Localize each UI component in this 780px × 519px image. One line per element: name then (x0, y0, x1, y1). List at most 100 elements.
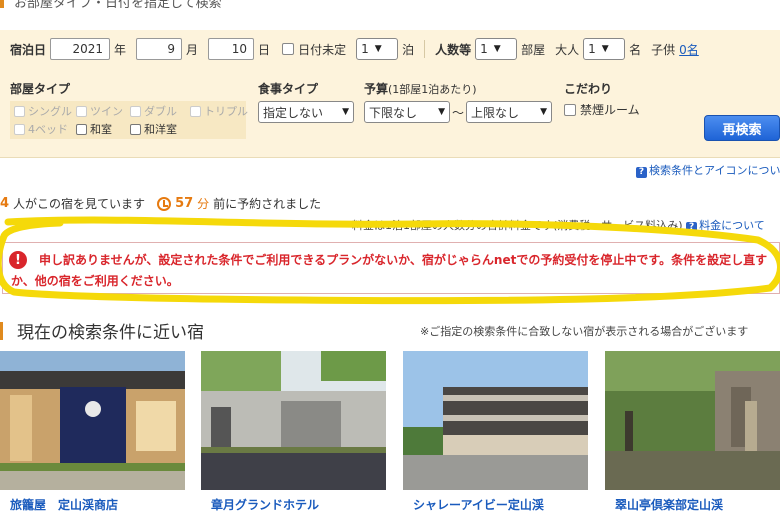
month-unit: 月 (186, 42, 199, 57)
booked-text: 前に予約されました (213, 197, 322, 211)
hotel-name[interactable]: シャレーアイビー定山渓 (413, 496, 544, 513)
viewers-count: 4 (0, 196, 10, 211)
month-input[interactable]: 9 (136, 38, 183, 60)
hotel-name[interactable]: 旅籠屋 定山渓商店 (10, 496, 118, 513)
hotel-photo[interactable] (605, 351, 780, 490)
option-label: 4ベッド (28, 123, 68, 136)
meal-label: 食事タイプ (258, 82, 319, 96)
chevron-down-icon: ▼ (342, 107, 349, 117)
rooms-select[interactable]: 1 ▼ (475, 38, 518, 60)
year-unit: 年 (114, 42, 127, 57)
budget-min-value: 下限なし (369, 105, 418, 120)
divider (424, 40, 426, 58)
option-label: 和洋室 (144, 123, 177, 136)
hotel-name[interactable]: 翠山亭倶楽部定山渓 (615, 496, 723, 513)
top-partial-text: お部屋タイプ・日付を指定して検索 (14, 0, 222, 11)
hotel-photo[interactable] (403, 351, 588, 490)
error-message: 申し訳ありませんが、設定された条件でご利用できるプランがないか、宿がじゃらんne… (11, 253, 768, 288)
checkbox[interactable] (76, 123, 87, 135)
nearby-hotel-list: 旅籠屋 定山渓商店 章月グランドホテル シャレーアイビー定山渓 翠山亭倶楽部定山… (0, 351, 780, 519)
year-input[interactable]: 2021 (50, 38, 111, 60)
checkin-label: 宿泊日 (10, 42, 47, 57)
meal-select[interactable]: 指定しない ▼ (258, 101, 354, 123)
chevron-down-icon: ▼ (601, 44, 609, 54)
checkbox[interactable] (76, 105, 87, 117)
room-type-option[interactable]: シングル (14, 103, 76, 119)
room-type-option[interactable]: 和室 (76, 121, 130, 137)
search-panel: 宿泊日 2021 年 9 月 10 日 日付未定 1 ▼ 泊 人数等 1 ▼ 部… (0, 30, 780, 158)
hotel-photo[interactable] (0, 351, 185, 490)
nearby-heading: 現在の検索条件に近い宿 (0, 318, 204, 343)
conditions-link-text: 検索条件とアイコンについて (649, 164, 780, 177)
chevron-down-icon: ▼ (374, 44, 382, 54)
budget-row: 下限なし ▼ 〜 上限なし ▼ (364, 101, 553, 123)
section-mark (0, 321, 3, 340)
nearby-title: 現在の検索条件に近い宿 (17, 323, 204, 343)
booked-unit: 分 (197, 197, 210, 211)
children-link[interactable]: 0名 (679, 41, 699, 58)
date-row: 宿泊日 2021 年 9 月 10 日 日付未定 1 ▼ 泊 人数等 1 ▼ 部… (10, 38, 699, 60)
option-label: トリプル (204, 105, 248, 118)
option-label: シングル (28, 105, 72, 118)
budget-min-select[interactable]: 下限なし ▼ (364, 101, 450, 123)
research-button[interactable]: 再検索 (704, 115, 780, 141)
section-mark (0, 0, 4, 8)
people-label: 人数等 (435, 42, 472, 57)
hotel-photo[interactable] (201, 351, 386, 490)
option-label: ダブル (144, 105, 177, 118)
nights-select[interactable]: 1 ▼ (356, 38, 399, 60)
nonsmoking-label: 禁煙ルーム (580, 103, 640, 117)
date-undecided-checkbox[interactable] (282, 43, 295, 55)
room-type-option[interactable]: ツイン (76, 103, 130, 119)
adults-label: 大人 (555, 42, 580, 57)
price-link-text: 料金について (699, 219, 765, 232)
meal-group: 食事タイプ 指定しない ▼ (258, 80, 354, 123)
checkbox[interactable] (130, 123, 141, 135)
viewers-text: 人がこの宿を見ています (13, 197, 146, 211)
price-note: 料金は1泊1部屋の人数分の合計料金です(消費税・サービス料込み) ? 料金について (352, 217, 765, 233)
budget-max-select[interactable]: 上限なし ▼ (466, 101, 553, 123)
nearby-note: ※ご指定の検索条件に合致しない宿が表示される場合がございます (420, 325, 749, 338)
option-label: ツイン (90, 105, 123, 118)
checkbox[interactable] (190, 105, 201, 117)
clock-icon (157, 196, 172, 211)
day-unit: 日 (258, 42, 271, 57)
budget-separator: 〜 (452, 105, 465, 120)
pref-label: こだわり (564, 82, 613, 96)
rooms-unit: 部屋 (521, 42, 546, 57)
top-strip: お部屋タイプ・日付を指定して検索 (0, 0, 780, 12)
checkbox[interactable] (14, 105, 25, 117)
room-type-option[interactable]: トリプル (190, 103, 254, 119)
price-note-text: 料金は1泊1部屋の人数分の合計料金です(消費税・サービス料込み) (352, 219, 683, 232)
hotel-name[interactable]: 章月グランドホテル (211, 496, 319, 513)
nonsmoking-checkbox[interactable] (564, 103, 576, 116)
adults-unit: 名 (629, 42, 642, 57)
room-type-option[interactable]: 和洋室 (130, 121, 190, 137)
adults-select[interactable]: 1 ▼ (583, 38, 626, 60)
error-message-box: 申し訳ありませんが、設定された条件でご利用できるプランがないか、宿がじゃらんne… (2, 242, 780, 294)
children-label: 子供 (651, 42, 676, 57)
price-link[interactable]: ? 料金について (686, 219, 765, 233)
budget-label: 予算 (364, 82, 389, 96)
activity-info: 4 人がこの宿を見ています 57 分 前に予約されました (0, 195, 321, 212)
room-type-option[interactable]: 4ベッド (14, 121, 76, 137)
booked-minutes: 57 (175, 196, 194, 211)
nonsmoking-option[interactable]: 禁煙ルーム (564, 101, 640, 118)
room-type-label: 部屋タイプ (10, 82, 71, 96)
budget-max-value: 上限なし (471, 105, 520, 120)
chevron-down-icon: ▼ (493, 44, 501, 54)
checkbox[interactable] (14, 123, 25, 135)
room-type-option[interactable]: ダブル (130, 103, 190, 119)
budget-heading: 予算(1部屋1泊あたり) (364, 80, 552, 97)
room-type-group: 部屋タイプ シングル ツイン ダブル トリプル 4ベッド 和室 和洋室 (10, 80, 248, 139)
preference-group: こだわり 禁煙ルーム (564, 80, 640, 118)
hotel-card[interactable]: 翠山亭倶楽部定山渓 (605, 351, 780, 519)
hotel-card[interactable]: シャレーアイビー定山渓 (403, 351, 588, 519)
alert-icon: ! (9, 251, 27, 269)
hotel-card[interactable]: 旅籠屋 定山渓商店 (0, 351, 185, 519)
conditions-link[interactable]: ? 検索条件とアイコンについて (636, 162, 780, 178)
day-input[interactable]: 10 (208, 38, 255, 60)
date-undecided-label: 日付未定 (298, 42, 347, 57)
hotel-card[interactable]: 章月グランドホテル (201, 351, 386, 519)
checkbox[interactable] (130, 105, 141, 117)
